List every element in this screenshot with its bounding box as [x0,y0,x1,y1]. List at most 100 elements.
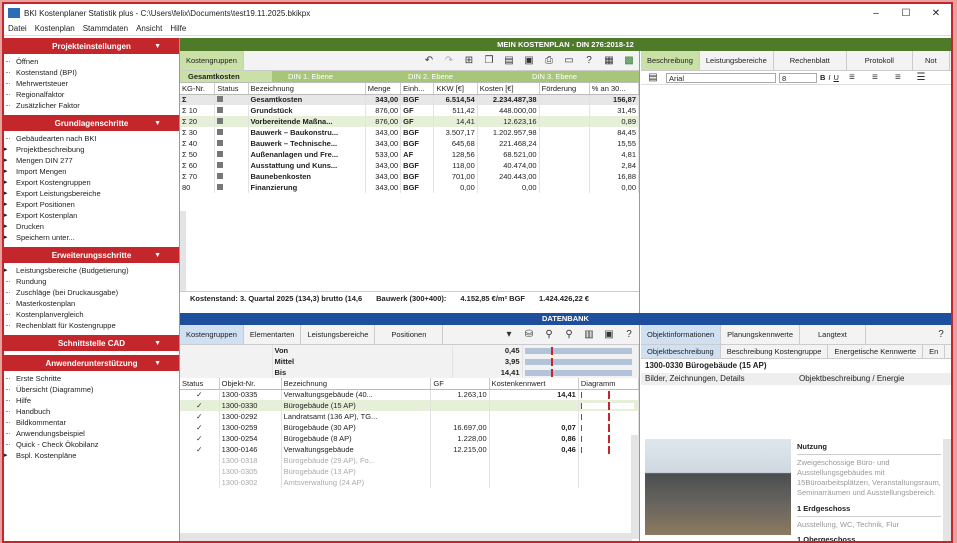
horizontal-scrollbar[interactable] [180,533,632,541]
status-checkbox[interactable] [180,466,220,477]
sidebar-item[interactable]: Regionalfaktor [4,89,179,100]
redo-icon[interactable]: ↷ [441,53,457,69]
tab-objektinformationen[interactable]: Objektinformationen [641,325,722,344]
column-header[interactable]: Status [180,378,220,390]
column-header[interactable]: Status [214,83,249,95]
table-row[interactable]: ✓ 1300-0335 Verwaltungsgebäude (40... 1.263… [180,389,640,400]
section-grundlagenschritte[interactable]: Grundlagenschritte ▼ [4,115,179,131]
column-header[interactable]: GF [430,378,490,390]
column-header[interactable]: % an 30... [589,83,640,95]
tab-rechenblatt[interactable]: Rechenblatt [773,51,847,70]
vertical-scrollbar[interactable] [631,435,639,539]
filter-icon[interactable]: ⚲ [541,327,557,343]
column-header[interactable]: KG-Nr. [180,83,216,95]
menu-stammdaten[interactable]: Stammdaten [83,24,128,33]
tab-protokoll[interactable]: Protokoll [846,51,913,70]
sidebar-item[interactable]: Mehrwertsteuer [4,78,179,89]
excel-icon[interactable]: ▩ [621,53,637,69]
sidebar-item[interactable]: Bildkommentar [4,417,179,428]
table-row[interactable]: 1300-0305 Bürogebäude (13 AP) [180,466,640,477]
status-checkbox[interactable]: ✓ [180,444,220,455]
column-header[interactable]: Menge [365,83,402,95]
copy-icon[interactable]: ❐ [481,53,497,69]
font-select[interactable]: Arial [666,72,776,83]
scrollbar[interactable] [180,211,186,291]
nutzung-header[interactable]: Nutzung [797,439,941,455]
table-row[interactable]: Σ 40 Bauwerk – Technische... 343,00 BGF 645,… [180,138,640,149]
tab-beschreibung[interactable]: Beschreibung [641,51,700,70]
italic-button[interactable]: I [828,73,830,82]
minimize-button[interactable]: – [861,8,891,19]
bold-button[interactable]: B [820,73,825,82]
status-checkbox[interactable]: ✓ [180,400,220,411]
section-anwenderunterstuetzung[interactable]: Anwenderunterstützung ▼ [4,355,179,371]
help-icon[interactable]: ? [621,327,637,343]
sidebar-item[interactable]: Masterkostenplan [4,298,179,309]
undo-icon[interactable]: ↶ [421,53,437,69]
maximize-button[interactable]: ☐ [891,8,921,19]
table-row[interactable]: ✓ 1300-0330 Bürogebäude (15 AP) [180,400,640,411]
sidebar-item[interactable]: Leistungsbereiche (Budgetierung) [4,265,179,276]
section-erweiterungsschritte[interactable]: Erweiterungsschritte ▼ [4,247,179,263]
tab-db-leistungsbereiche[interactable]: Leistungsbereiche [301,325,376,344]
column-header[interactable]: Einh... [400,83,435,95]
photo-pager[interactable]: ■ ■ ■ ■ ■ ■ ■ ■ ■ ■ ■ ■ [645,539,791,541]
table-row[interactable]: Σ 20 Vorbereitende Maßna... 876,00 GF 14,41 1… [180,116,640,127]
table-row[interactable]: ✓ 1300-0146 Verwaltungsgebäude 12.215,00 0,4… [180,444,640,455]
tab-leistungsbereiche[interactable]: Leistungsbereiche [699,51,774,70]
sidebar-item[interactable]: Drucken [4,221,179,232]
column-header[interactable]: Kosten [€] [477,83,540,95]
status-checkbox[interactable] [180,477,220,488]
tab-positionen[interactable]: Positionen [375,325,444,344]
note-icon[interactable]: ▣ [521,53,537,69]
tab-planungskennwerte[interactable]: Planungskennwerte [721,325,801,344]
table-row[interactable]: ✓ 1300-0254 Bürogebäude (8 AP) 1.228,00 0,86 [180,433,640,444]
status-checkbox[interactable]: ✓ [180,389,220,400]
tab-objektbeschreibung[interactable]: Objektbeschreibung [641,345,721,358]
din-icon[interactable]: ▭ [561,53,577,69]
tab-energetische-kennwerte[interactable]: Energetische Kennwerte [828,345,924,358]
chart-icon[interactable]: ▥ [581,327,597,343]
align-center-icon[interactable]: ≡ [867,70,883,86]
tab-notiz[interactable]: Not [912,51,950,70]
sidebar-item[interactable]: Zusätzlicher Faktor [4,100,179,111]
column-header[interactable]: KKW [€] [433,83,478,95]
table-row[interactable]: Σ Gesamtkosten 343,00 BGF 6.514,54 2.234.487,… [180,94,640,105]
sidebar-item[interactable]: Import Mengen [4,166,179,177]
menu-kostenplan[interactable]: Kostenplan [35,24,75,33]
structure-icon[interactable]: ⊞ [461,53,477,69]
tab-kostengruppen[interactable]: Kostengruppen [180,51,244,70]
table-row[interactable]: Σ 50 Außenanlagen und Fre... 533,00 AF 128,5… [180,149,640,160]
tab-db-kostengruppen[interactable]: Kostengruppen [180,325,244,344]
sidebar-item[interactable]: Kostenstand (BPI) [4,67,179,78]
column-header[interactable]: Bezeichnung [248,83,366,95]
table-row[interactable]: 1300-0318 Bürogebäude (29 AP), Fo... [180,455,640,466]
status-checkbox[interactable]: ✓ [180,433,220,444]
info-icon[interactable]: ▣ [601,327,617,343]
list-icon[interactable]: ☰ [913,70,929,86]
table-row[interactable]: Σ 70 Baunebenkosten 343,00 BGF 701,00 240.443… [180,171,640,182]
ebene-gesamtkosten[interactable]: Gesamtkosten [180,71,272,82]
sidebar-item[interactable]: Mengen DIN 277 [4,155,179,166]
dropdown-icon[interactable]: ▾ [501,327,517,343]
section-projekteinstellungen[interactable]: Projekteinstellungen ▼ [4,38,179,54]
grid-icon[interactable]: ▦ [601,53,617,69]
column-header[interactable]: Kostenkennwert [489,378,579,390]
sidebar-item[interactable]: Rundung [4,276,179,287]
table-row[interactable]: ✓ 1300-0292 Landratsamt (136 AP), TG... [180,411,640,422]
sidebar-item[interactable]: Bspl. Kostenpläne [4,450,179,461]
sidebar-item[interactable]: Export Leistungsbereiche [4,188,179,199]
column-header[interactable]: Diagramm [578,378,640,390]
table-row[interactable]: 80 Finanzierung 343,00 BGF 0,00 0,00 0,00 [180,182,640,193]
tab-elementarten[interactable]: Elementarten [243,325,302,344]
underline-button[interactable]: U [834,73,839,82]
align-left-icon[interactable]: ≡ [844,70,860,86]
filter-clear-icon[interactable]: ⚲ [561,327,577,343]
status-checkbox[interactable] [180,455,220,466]
sidebar-item[interactable]: Speichern unter... [4,232,179,243]
sidebar-item[interactable]: Zuschläge (bei Druckausgabe) [4,287,179,298]
tab-langtext[interactable]: Langtext [800,325,866,344]
table-row[interactable]: ✓ 1300-0259 Bürogebäude (30 AP) 16.697,00 0,… [180,422,640,433]
sidebar-item[interactable]: Handbuch [4,406,179,417]
paste-icon[interactable]: ▤ [501,53,517,69]
